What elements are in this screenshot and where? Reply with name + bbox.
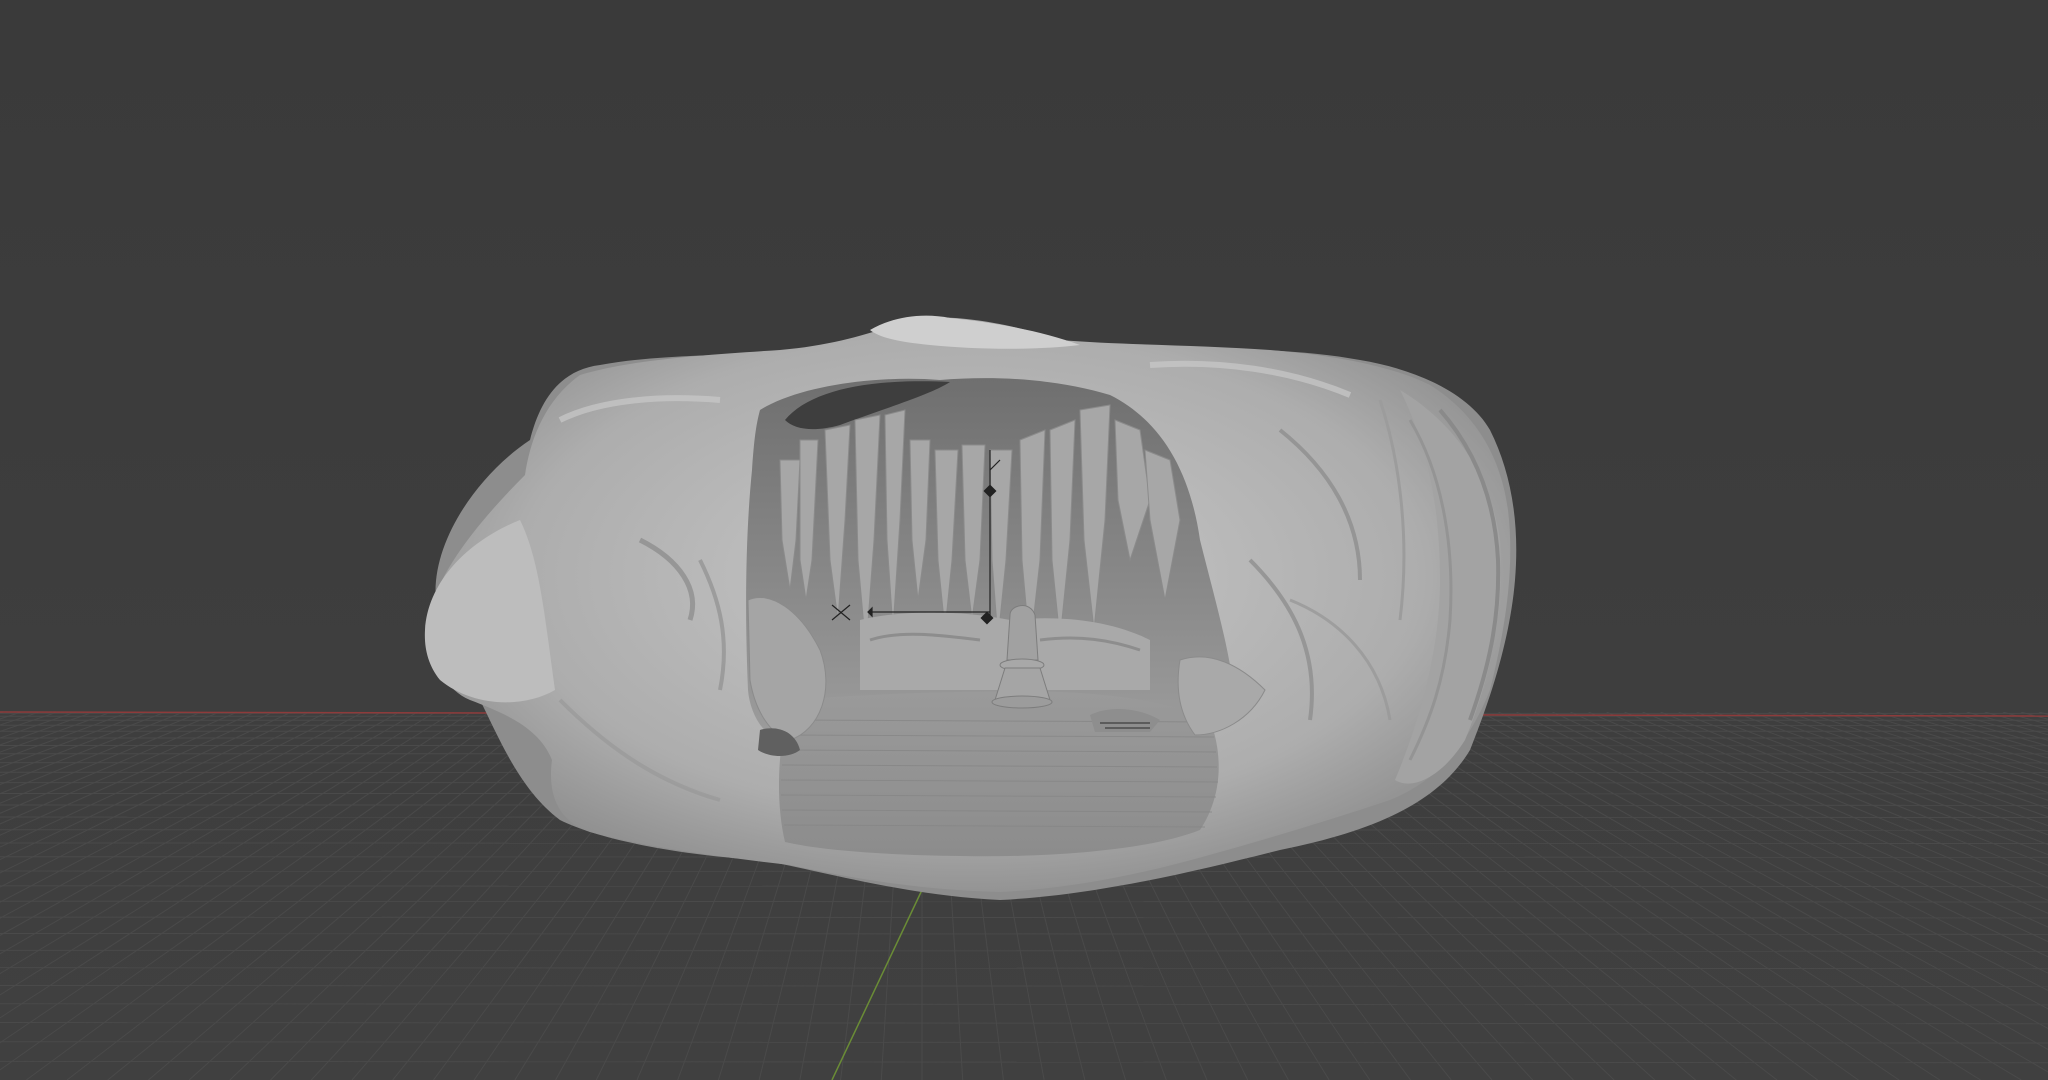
- viewport-canvas[interactable]: [0, 0, 2048, 1080]
- 3d-viewport[interactable]: [0, 0, 2048, 1080]
